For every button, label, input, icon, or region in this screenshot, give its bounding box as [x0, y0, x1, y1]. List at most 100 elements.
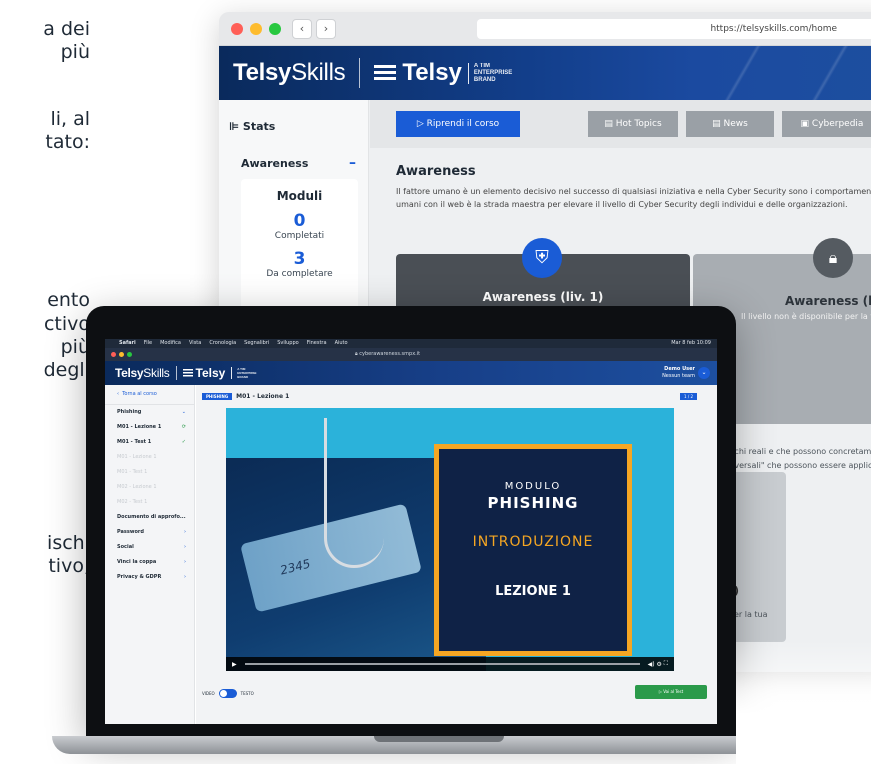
lesson-number: LEZIONE 1: [495, 584, 571, 599]
user-menu-chevron-icon[interactable]: ⌄: [698, 367, 710, 379]
back-button[interactable]: ‹: [292, 18, 312, 39]
bottom-right-fade: [736, 640, 871, 764]
menubar-item[interactable]: Aiuto: [335, 339, 348, 348]
close-dot[interactable]: [111, 352, 116, 357]
site-header: TelsySkills Telsy A TIM ENTERPRISE BRAND …: [105, 361, 717, 385]
awareness-title: Awareness: [396, 164, 476, 179]
close-dot[interactable]: [231, 22, 243, 35]
video-title-panel: MODULO PHISHING INTRODUZIONE LEZIONE 1: [434, 444, 632, 656]
stats-heading: ⊫ Stats: [229, 120, 276, 133]
laptop-notch: [374, 736, 504, 742]
menubar-item[interactable]: Cronologia: [209, 339, 236, 348]
sidebar-item-label: Documento di approfo...: [117, 514, 186, 520]
resume-course-button[interactable]: ▷ Riprendi il corso: [396, 111, 520, 137]
resume-course-label: Riprendi il corso: [426, 119, 500, 129]
telsyskills-logo[interactable]: TelsySkills: [233, 59, 346, 87]
text-mode-label: TESTO: [240, 691, 254, 696]
menubar-item[interactable]: Modifica: [160, 339, 181, 348]
sidebar-item[interactable]: M01 - Test 1 ✓: [105, 435, 194, 450]
chevron-down-icon: ⌄: [181, 409, 186, 415]
status-icon: ⟳: [181, 424, 186, 430]
collapse-icon[interactable]: –: [349, 155, 356, 171]
sidebar-item[interactable]: M01 - Lezione 1 ⟳: [105, 420, 194, 435]
sidebar-item[interactable]: M01 - Lezione 1: [105, 450, 194, 465]
page-indicator: 1 / 2: [680, 393, 697, 400]
sidebar-item[interactable]: Password ›: [105, 525, 194, 540]
lesson-content: PHISHING M01 - Lezione 1 1 / 2 2345 MODUL…: [196, 385, 717, 724]
sidebar-item[interactable]: Social ›: [105, 540, 194, 555]
sidebar-item[interactable]: M02 - Test 1: [105, 495, 194, 510]
video-player[interactable]: 2345 MODULO PHISHING INTRODUZIONE LEZION…: [226, 408, 674, 671]
completed-label: Completati: [274, 231, 325, 241]
telsy-wordmark: Telsy: [402, 59, 462, 86]
paragraph-fragment: tato:: [45, 131, 90, 153]
sidebar-item-label: M01 - Lezione 1: [117, 454, 157, 460]
todo-label: Da completare: [266, 269, 333, 279]
level2-unavailable-note: Il livello non è disponibile per la tu: [741, 312, 871, 321]
awareness-section-toggle[interactable]: Awareness –: [219, 133, 368, 171]
menubar-clock: Mar 8 feb 10:09: [671, 340, 711, 346]
telsy-logo: Telsy A TIM ENTERPRISE BRAND: [182, 366, 256, 380]
menubar-item[interactable]: Safari: [119, 339, 136, 348]
menubar-item[interactable]: File: [144, 339, 152, 348]
window-controls: [111, 352, 132, 357]
telsy-mark-icon: [182, 369, 193, 377]
back-to-course-link[interactable]: ‹ Torna al corso: [105, 385, 194, 405]
user-info: Demo User Nessun team: [662, 366, 695, 380]
sidebar-item-label: Vinci la coppa: [117, 559, 157, 565]
menubar-item[interactable]: Sviluppo: [277, 339, 299, 348]
menubar-item[interactable]: Finestra: [307, 339, 327, 348]
volume-icon[interactable]: ◀): [648, 661, 655, 668]
tab-news[interactable]: ▤ News: [686, 111, 774, 137]
awareness-section-label: Awareness: [241, 156, 309, 170]
browser-chrome: ‹ › https://telsyskills.com/home: [219, 12, 871, 46]
forward-button[interactable]: ›: [316, 18, 336, 39]
todo-count: 3: [293, 249, 306, 269]
hidden-text-fragment: er la tua: [734, 610, 768, 619]
chevron-right-icon: ›: [184, 559, 186, 565]
telsyskills-logo[interactable]: TelsySkills: [115, 366, 170, 380]
address-bar[interactable]: 🔒︎ cyberawareness.smpx.it: [355, 348, 420, 361]
video-mode-label: VIDEO: [202, 691, 215, 696]
logo-bold-part: Telsy: [115, 366, 144, 380]
settings-icon[interactable]: ⚙: [656, 661, 661, 668]
header-decoration: [639, 46, 871, 100]
sidebar-item[interactable]: Phishing ⌄: [105, 405, 194, 420]
sidebar-item-label: M01 - Test 1: [117, 469, 148, 475]
video-text-toggle: VIDEO TESTO: [202, 689, 254, 698]
module-name: PHISHING: [487, 494, 579, 512]
paragraph-fragment: ctivo: [43, 313, 90, 335]
video-progress-track[interactable]: [244, 663, 640, 665]
menubar-item[interactable]: Segnalibri: [244, 339, 269, 348]
sidebar-item-label: Privacy & GDPR: [117, 574, 162, 580]
fullscreen-icon[interactable]: ⛶: [664, 660, 668, 668]
tab-cyberpedia[interactable]: ▣ Cyberpedia: [782, 111, 871, 137]
go-to-test-button[interactable]: ▷ Vai al Test: [635, 685, 707, 699]
menubar-item[interactable]: Vista: [189, 339, 201, 348]
sidebar-item[interactable]: Vinci la coppa ›: [105, 555, 194, 570]
maximize-dot[interactable]: [127, 352, 132, 357]
sidebar-item[interactable]: Privacy & GDPR ›: [105, 570, 194, 585]
logo-bold-part: Telsy: [233, 59, 292, 86]
phishing-tag: PHISHING: [202, 393, 233, 400]
logo-light-part: Skills: [291, 59, 346, 86]
modules-title: Moduli: [276, 189, 323, 203]
lesson-list: Phishing ⌄ M01 - Lezione 1 ⟳ M01 - Test 1 ✓ M0…: [105, 405, 194, 585]
intro-label: INTRODUZIONE: [472, 534, 594, 550]
awareness-description: Il fattore umano è un elemento decisivo …: [396, 187, 871, 209]
play-icon[interactable]: ▶: [232, 661, 237, 668]
paragraph-fragment: li, al: [50, 108, 90, 130]
completed-count: 0: [293, 211, 306, 231]
sidebar-item[interactable]: M01 - Test 1: [105, 465, 194, 480]
sidebar-item[interactable]: M02 - Lezione 1: [105, 480, 194, 495]
brand-tagline: A TIM ENTERPRISE BRAND: [467, 62, 512, 84]
minimize-dot[interactable]: [119, 352, 124, 357]
address-bar[interactable]: https://telsyskills.com/home: [477, 19, 871, 39]
sidebar-item[interactable]: Documento di approfo...: [105, 510, 194, 525]
modules-card: Moduli 0 Completati 3 Da completare: [241, 179, 358, 314]
maximize-dot[interactable]: [269, 22, 281, 35]
tab-hot-topics[interactable]: ▤ Hot Topics: [588, 111, 678, 137]
minimize-dot[interactable]: [250, 22, 262, 35]
mode-switch[interactable]: [218, 689, 237, 698]
news-label: News: [723, 119, 748, 129]
